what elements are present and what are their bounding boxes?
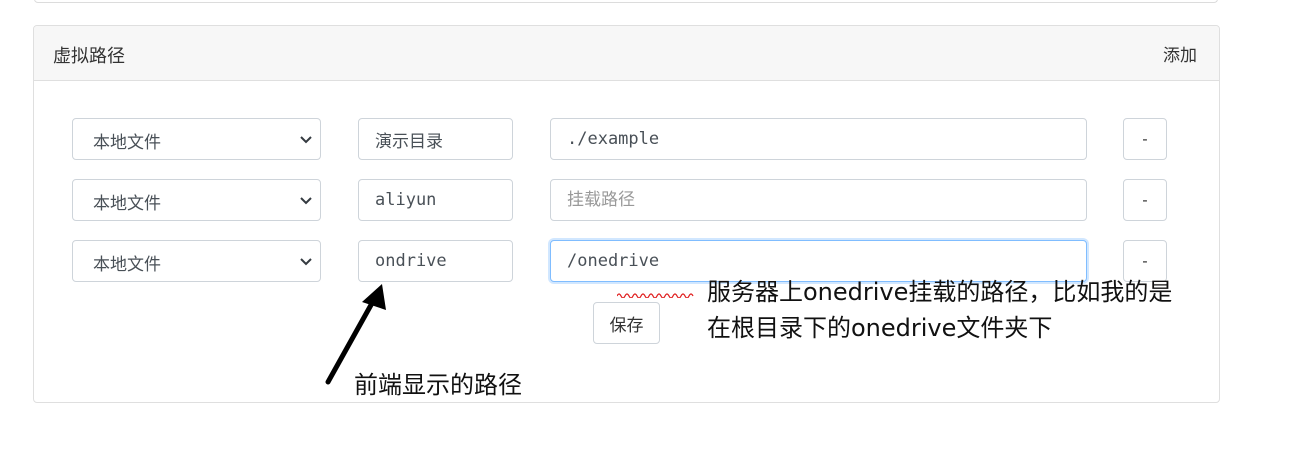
save-button[interactable]: 保存 (593, 302, 660, 344)
storage-select[interactable]: 本地文件 (72, 240, 321, 282)
virtual-path-card: 虚拟路径 添加 本地文件 - 本地文件 - 本地文件 - 保存 (33, 25, 1220, 403)
frontend-path-annotation: 前端显示的路径 (354, 371, 522, 399)
path-row: 本地文件 - (34, 179, 1219, 221)
add-button[interactable]: 添加 (1163, 41, 1197, 66)
annotation-line: 在根目录下的onedrive文件夹下 (707, 314, 1053, 342)
previous-card-edge (34, 0, 1218, 3)
storage-select-value: 本地文件 (93, 255, 161, 275)
chevron-down-icon (300, 136, 312, 144)
name-input[interactable] (358, 118, 513, 160)
chevron-down-icon (300, 258, 312, 266)
chevron-down-icon (300, 197, 312, 205)
path-input[interactable] (550, 118, 1087, 160)
remove-row-button[interactable]: - (1123, 118, 1167, 160)
card-title: 虚拟路径 (53, 46, 125, 67)
server-path-annotation: 服务器上onedrive挂载的路径，比如我的是 在根目录下的onedrive文件… (707, 274, 1172, 346)
path-row: 本地文件 - (34, 118, 1219, 160)
storage-select-value: 本地文件 (93, 194, 161, 214)
storage-select-value: 本地文件 (93, 133, 161, 153)
name-input[interactable] (358, 179, 513, 221)
card-header: 虚拟路径 添加 (34, 26, 1219, 81)
path-input[interactable] (550, 179, 1087, 221)
name-input[interactable] (358, 240, 513, 282)
spellcheck-underline (617, 293, 694, 298)
storage-select[interactable]: 本地文件 (72, 179, 321, 221)
annotation-line: 服务器上onedrive挂载的路径，比如我的是 (707, 278, 1173, 306)
storage-select[interactable]: 本地文件 (72, 118, 321, 160)
remove-row-button[interactable]: - (1123, 179, 1167, 221)
